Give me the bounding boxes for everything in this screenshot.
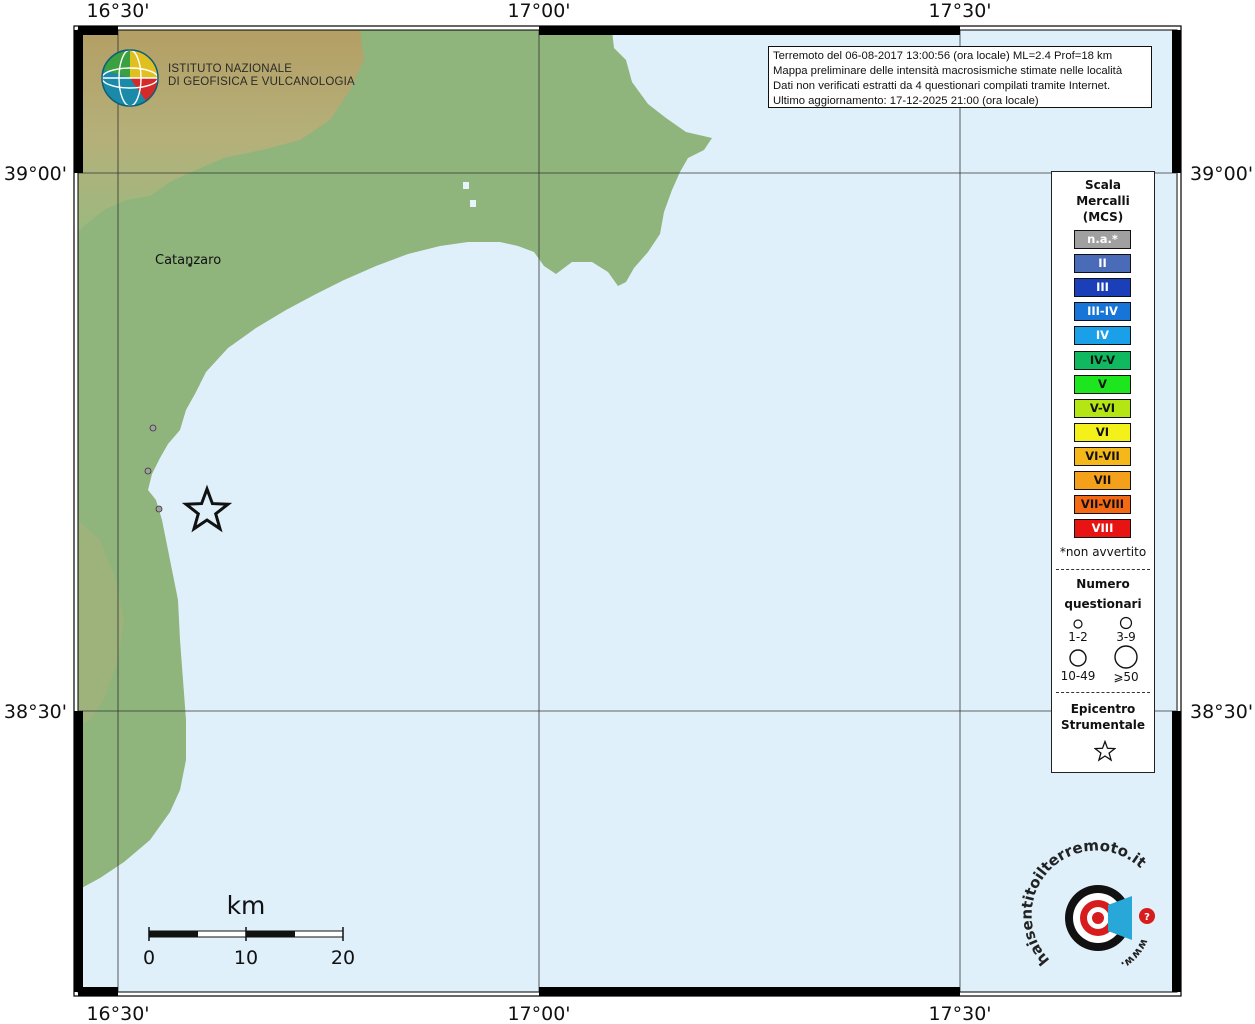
lat-label-left-2: 38°30' xyxy=(4,701,67,723)
institute-line-2: DI GEOFISICA E VULCANOLOGIA xyxy=(168,76,355,88)
legend-swatch: III xyxy=(1074,278,1131,298)
scale-label-20: 20 xyxy=(331,947,355,969)
questionnaire-point[interactable] xyxy=(149,424,157,432)
svg-text:?: ? xyxy=(1144,912,1150,923)
legend-swatch: VI xyxy=(1074,422,1131,442)
legend-divider xyxy=(1056,569,1150,570)
legend-swatch: IV xyxy=(1074,326,1131,346)
lake xyxy=(463,182,469,189)
legend-epicenter-title-1: Epicentro xyxy=(1070,702,1136,716)
legend-not-felt-note: *non avvertito xyxy=(1059,545,1147,559)
legend-swatch: V xyxy=(1074,374,1131,394)
city-label: Catanzaro xyxy=(155,253,221,268)
info-line-3: Dati non verificati estratti da 4 questi… xyxy=(773,80,1111,92)
lake xyxy=(470,200,476,207)
info-line-4: Ultimo aggiornamento: 17-12-2025 21:00 (… xyxy=(773,95,1039,107)
lat-label-right-1: 39°00' xyxy=(1190,163,1253,185)
lon-label-top-1: 16°30' xyxy=(86,0,149,22)
legend-size-1-2: 1-2 xyxy=(1068,630,1088,644)
lon-label-top-2: 17°00' xyxy=(507,0,570,22)
scale-label-10: 10 xyxy=(234,947,258,969)
scale-label-0: 0 xyxy=(143,947,155,969)
lon-label-bottom-3: 17°30' xyxy=(928,1003,991,1024)
legend-size-10-49: 10-49 xyxy=(1060,669,1096,683)
legend-count-title-2: questionari xyxy=(1064,597,1142,611)
legend-title-2: Mercalli xyxy=(1076,194,1130,208)
institute-name: ISTITUTO NAZIONALE DI GEOFISICA E VULCAN… xyxy=(168,63,355,89)
legend-swatch: VI-VII xyxy=(1074,446,1131,466)
lon-label-top-3: 17°30' xyxy=(928,0,991,22)
legend-epicenter-title-2: Strumentale xyxy=(1060,718,1146,732)
lat-label-left-1: 39°00' xyxy=(4,163,67,185)
legend-size-3-9: 3-9 xyxy=(1116,630,1136,644)
legend-swatch: VIII xyxy=(1074,519,1131,539)
lat-label-right-2: 38°30' xyxy=(1190,701,1253,723)
legend-swatch: IV-V xyxy=(1074,350,1131,370)
legend-size-50: ⩾50 xyxy=(1113,670,1139,684)
legend-swatch: II xyxy=(1074,254,1131,274)
intensity-legend: Scala Mercalli (MCS) n.a.* II III III-IV IV I… xyxy=(1051,171,1155,773)
legend-swatch: VII-VIII xyxy=(1074,495,1131,515)
legend-title-1: Scala xyxy=(1084,178,1122,192)
institute-line-1: ISTITUTO NAZIONALE xyxy=(168,63,293,75)
lon-label-bottom-1: 16°30' xyxy=(86,1003,149,1024)
legend-swatch: III-IV xyxy=(1074,302,1131,322)
legend-swatch: n.a.* xyxy=(1074,230,1131,249)
ingv-logo-icon xyxy=(101,49,159,107)
legend-title-3: (MCS) xyxy=(1082,210,1124,224)
questionnaire-point[interactable] xyxy=(155,505,163,513)
info-line-2: Mappa preliminare delle intensità macros… xyxy=(773,65,1123,77)
legend-swatch: VII xyxy=(1074,471,1131,490)
legend-swatch: V-VI xyxy=(1074,398,1131,418)
legend-divider xyxy=(1056,692,1150,693)
earthquake-info-box: Terremoto del 06-08-2017 13:00:56 (ora l… xyxy=(768,46,1152,108)
info-line-1: Terremoto del 06-08-2017 13:00:56 (ora l… xyxy=(773,50,1113,62)
legend-count-title-1: Numero xyxy=(1076,577,1130,591)
legend-star-icon xyxy=(1094,740,1116,762)
scale-unit: km xyxy=(227,891,266,920)
questionnaire-point[interactable] xyxy=(144,467,152,475)
lon-label-bottom-2: 17°00' xyxy=(507,1003,570,1024)
